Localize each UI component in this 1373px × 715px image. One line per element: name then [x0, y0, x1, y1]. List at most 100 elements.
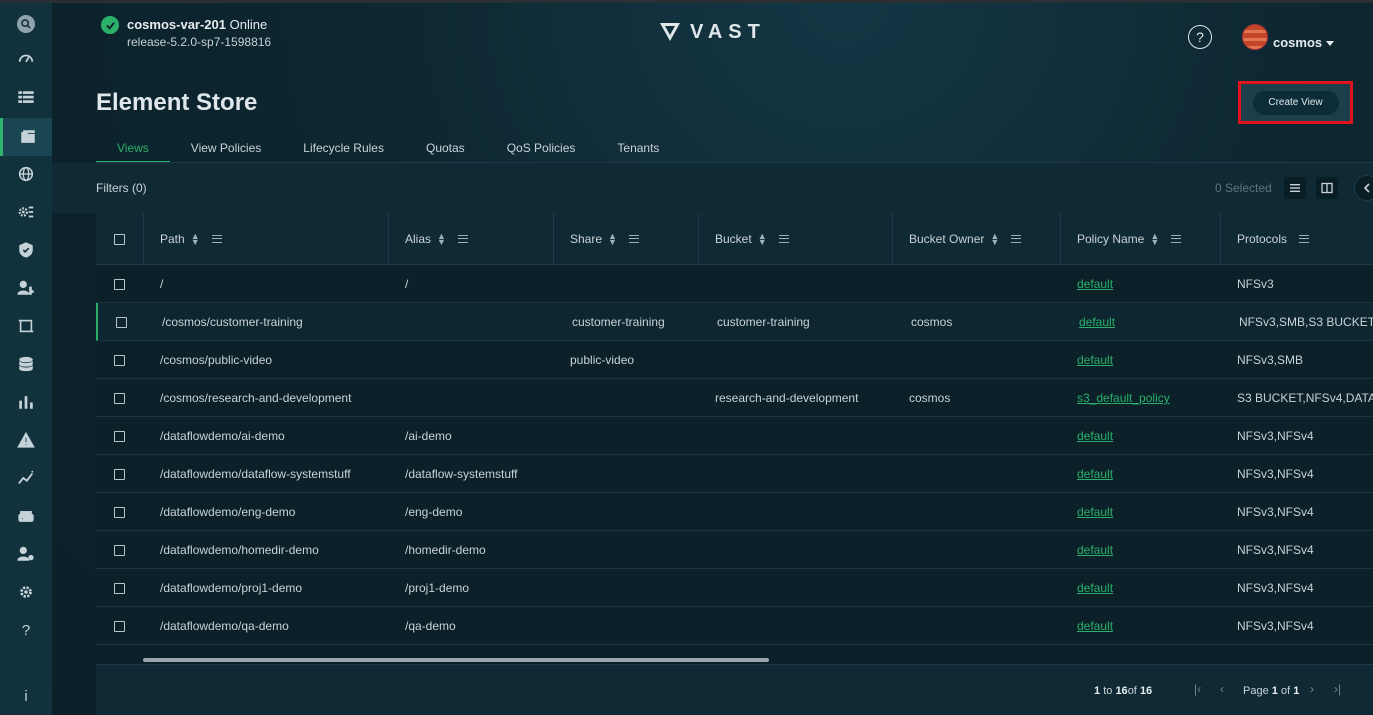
- column-menu-icon[interactable]: [628, 235, 639, 243]
- shield-icon[interactable]: [0, 231, 52, 269]
- policy-link[interactable]: default: [1077, 581, 1113, 595]
- column-menu-icon[interactable]: [1011, 235, 1022, 243]
- tab-view-policies[interactable]: View Policies: [170, 139, 282, 163]
- collapse-panel-button[interactable]: [1354, 175, 1373, 201]
- alert-icon[interactable]: [0, 421, 52, 459]
- create-view-highlight: Create View: [1238, 81, 1353, 124]
- policy-link[interactable]: s3_default_policy: [1077, 391, 1170, 405]
- column-bucket-owner[interactable]: Bucket Owner ▲ ▼: [893, 213, 1061, 265]
- column-menu-icon[interactable]: [211, 235, 222, 243]
- policy-link[interactable]: default: [1077, 619, 1113, 633]
- table-row[interactable]: / / default NFSv3: [96, 265, 1373, 303]
- sort-icon[interactable]: ▲ ▼: [758, 232, 767, 247]
- info-icon[interactable]: i: [0, 677, 52, 715]
- database-icon[interactable]: [0, 346, 52, 384]
- column-menu-icon[interactable]: [1171, 235, 1182, 243]
- table-row[interactable]: /dataflowdemo/ai-demo/ai-demo default NFSv…: [96, 417, 1373, 455]
- policy-link[interactable]: default: [1077, 277, 1113, 291]
- row-checkbox[interactable]: [114, 506, 125, 518]
- row-select-cell: [114, 417, 125, 455]
- policy-link[interactable]: default: [1077, 429, 1113, 443]
- frame-icon[interactable]: [0, 307, 52, 345]
- sort-icon[interactable]: ▲ ▼: [990, 232, 999, 247]
- row-select-cell: [114, 379, 125, 417]
- table-row[interactable]: /cosmos/research-and-development research…: [96, 379, 1373, 417]
- policy-link[interactable]: default: [1077, 353, 1113, 367]
- row-checkbox[interactable]: [114, 468, 125, 480]
- row-checkbox[interactable]: [114, 544, 125, 556]
- trend-icon[interactable]: [0, 459, 52, 497]
- policy-link[interactable]: default: [1077, 467, 1113, 481]
- sort-icon[interactable]: ▲ ▼: [437, 232, 446, 247]
- policy-link[interactable]: default: [1077, 505, 1113, 519]
- cell-path: /dataflowdemo/homedir-demo: [160, 543, 319, 557]
- column-menu-icon[interactable]: [457, 235, 468, 243]
- table-row[interactable]: /dataflowdemo/eng-demo/eng-demo default NF…: [96, 493, 1373, 531]
- settings-gear-icon[interactable]: [0, 193, 52, 231]
- gear-icon[interactable]: [0, 573, 52, 611]
- tab-qos-policies[interactable]: QoS Policies: [486, 139, 597, 163]
- sort-icon[interactable]: ▲ ▼: [191, 232, 200, 247]
- table-row[interactable]: /dataflowdemo/homedir-demo/homedir-demo d…: [96, 531, 1373, 569]
- density-button[interactable]: [1284, 177, 1306, 199]
- row-checkbox[interactable]: [114, 392, 125, 404]
- row-checkbox[interactable]: [114, 430, 125, 442]
- avatar[interactable]: [1242, 24, 1268, 50]
- create-view-button[interactable]: Create View: [1252, 90, 1339, 115]
- network-icon[interactable]: [0, 155, 52, 193]
- hardware-icon[interactable]: [0, 497, 52, 535]
- column-menu-icon[interactable]: [778, 235, 789, 243]
- columns-button[interactable]: [1316, 177, 1338, 199]
- policy-link[interactable]: default: [1079, 315, 1115, 329]
- first-page-icon[interactable]: |‹: [1194, 682, 1201, 696]
- table-row[interactable]: /dataflowdemo/qa-demo/qa-demo default NFSv…: [96, 607, 1373, 645]
- tab-quotas[interactable]: Quotas: [405, 139, 486, 163]
- table-row[interactable]: /dataflowdemo/proj1-demo/proj1-demo defau…: [96, 569, 1373, 607]
- element-store-icon[interactable]: [0, 118, 52, 156]
- tab-views[interactable]: Views: [96, 139, 170, 163]
- sort-icon[interactable]: ▲ ▼: [608, 232, 617, 247]
- horizontal-scrollbar[interactable]: [96, 656, 1373, 664]
- cell-path: /dataflowdemo/ai-demo: [160, 429, 285, 443]
- row-checkbox[interactable]: [114, 582, 125, 594]
- help-button[interactable]: ?: [1188, 25, 1212, 49]
- row-checkbox[interactable]: [114, 354, 125, 366]
- analytics-icon[interactable]: [0, 383, 52, 421]
- tab-lifecycle-rules[interactable]: Lifecycle Rules: [282, 139, 405, 163]
- column-alias[interactable]: Alias ▲ ▼: [389, 213, 554, 265]
- column-path[interactable]: Path ▲ ▼: [144, 213, 389, 265]
- tab-tenants[interactable]: Tenants: [596, 139, 680, 163]
- select-all-checkbox[interactable]: [114, 233, 125, 245]
- last-page-icon[interactable]: ›|: [1334, 682, 1341, 696]
- horizontal-scroll-thumb[interactable]: [143, 658, 769, 662]
- row-checkbox[interactable]: [116, 316, 127, 328]
- previous-page-icon[interactable]: ‹: [1220, 682, 1224, 696]
- dashboard-icon[interactable]: [0, 41, 52, 79]
- tasks-icon[interactable]: [0, 79, 52, 117]
- column-protocols[interactable]: Protocols: [1221, 213, 1373, 265]
- column-bucket[interactable]: Bucket ▲ ▼: [699, 213, 893, 265]
- table-row[interactable]: /cosmos/public-video public-video default N…: [96, 341, 1373, 379]
- user-key-icon[interactable]: [0, 269, 52, 307]
- column-menu-icon[interactable]: [1299, 235, 1310, 243]
- row-range: 1 to 16of 16: [1094, 685, 1152, 697]
- user-menu[interactable]: cosmos: [1273, 35, 1335, 50]
- cell-protocols: NFSv3,NFSv4: [1237, 467, 1314, 481]
- search-icon[interactable]: [0, 5, 52, 43]
- list-icon: [1290, 184, 1300, 192]
- cell-policy-name: default: [1077, 493, 1113, 531]
- user-settings-icon[interactable]: [0, 535, 52, 573]
- cell-path: /dataflowdemo/dataflow-systemstuff: [160, 467, 351, 481]
- policy-link[interactable]: default: [1077, 543, 1113, 557]
- sort-icon[interactable]: ▲ ▼: [1150, 232, 1159, 247]
- chevron-left-icon: [1363, 183, 1370, 193]
- row-checkbox[interactable]: [114, 278, 125, 290]
- column-share[interactable]: Share ▲ ▼: [554, 213, 699, 265]
- next-page-icon[interactable]: ›: [1310, 682, 1314, 696]
- column-policy-name[interactable]: Policy Name ▲ ▼: [1061, 213, 1221, 265]
- row-checkbox[interactable]: [114, 620, 125, 632]
- table-row[interactable]: /dataflowdemo/dataflow-systemstuff/dataf…: [96, 455, 1373, 493]
- filters-toggle[interactable]: Filters (0): [96, 181, 147, 195]
- table-row[interactable]: /cosmos/customer-training customer-traini…: [96, 303, 1373, 341]
- help-icon[interactable]: ?: [0, 611, 52, 649]
